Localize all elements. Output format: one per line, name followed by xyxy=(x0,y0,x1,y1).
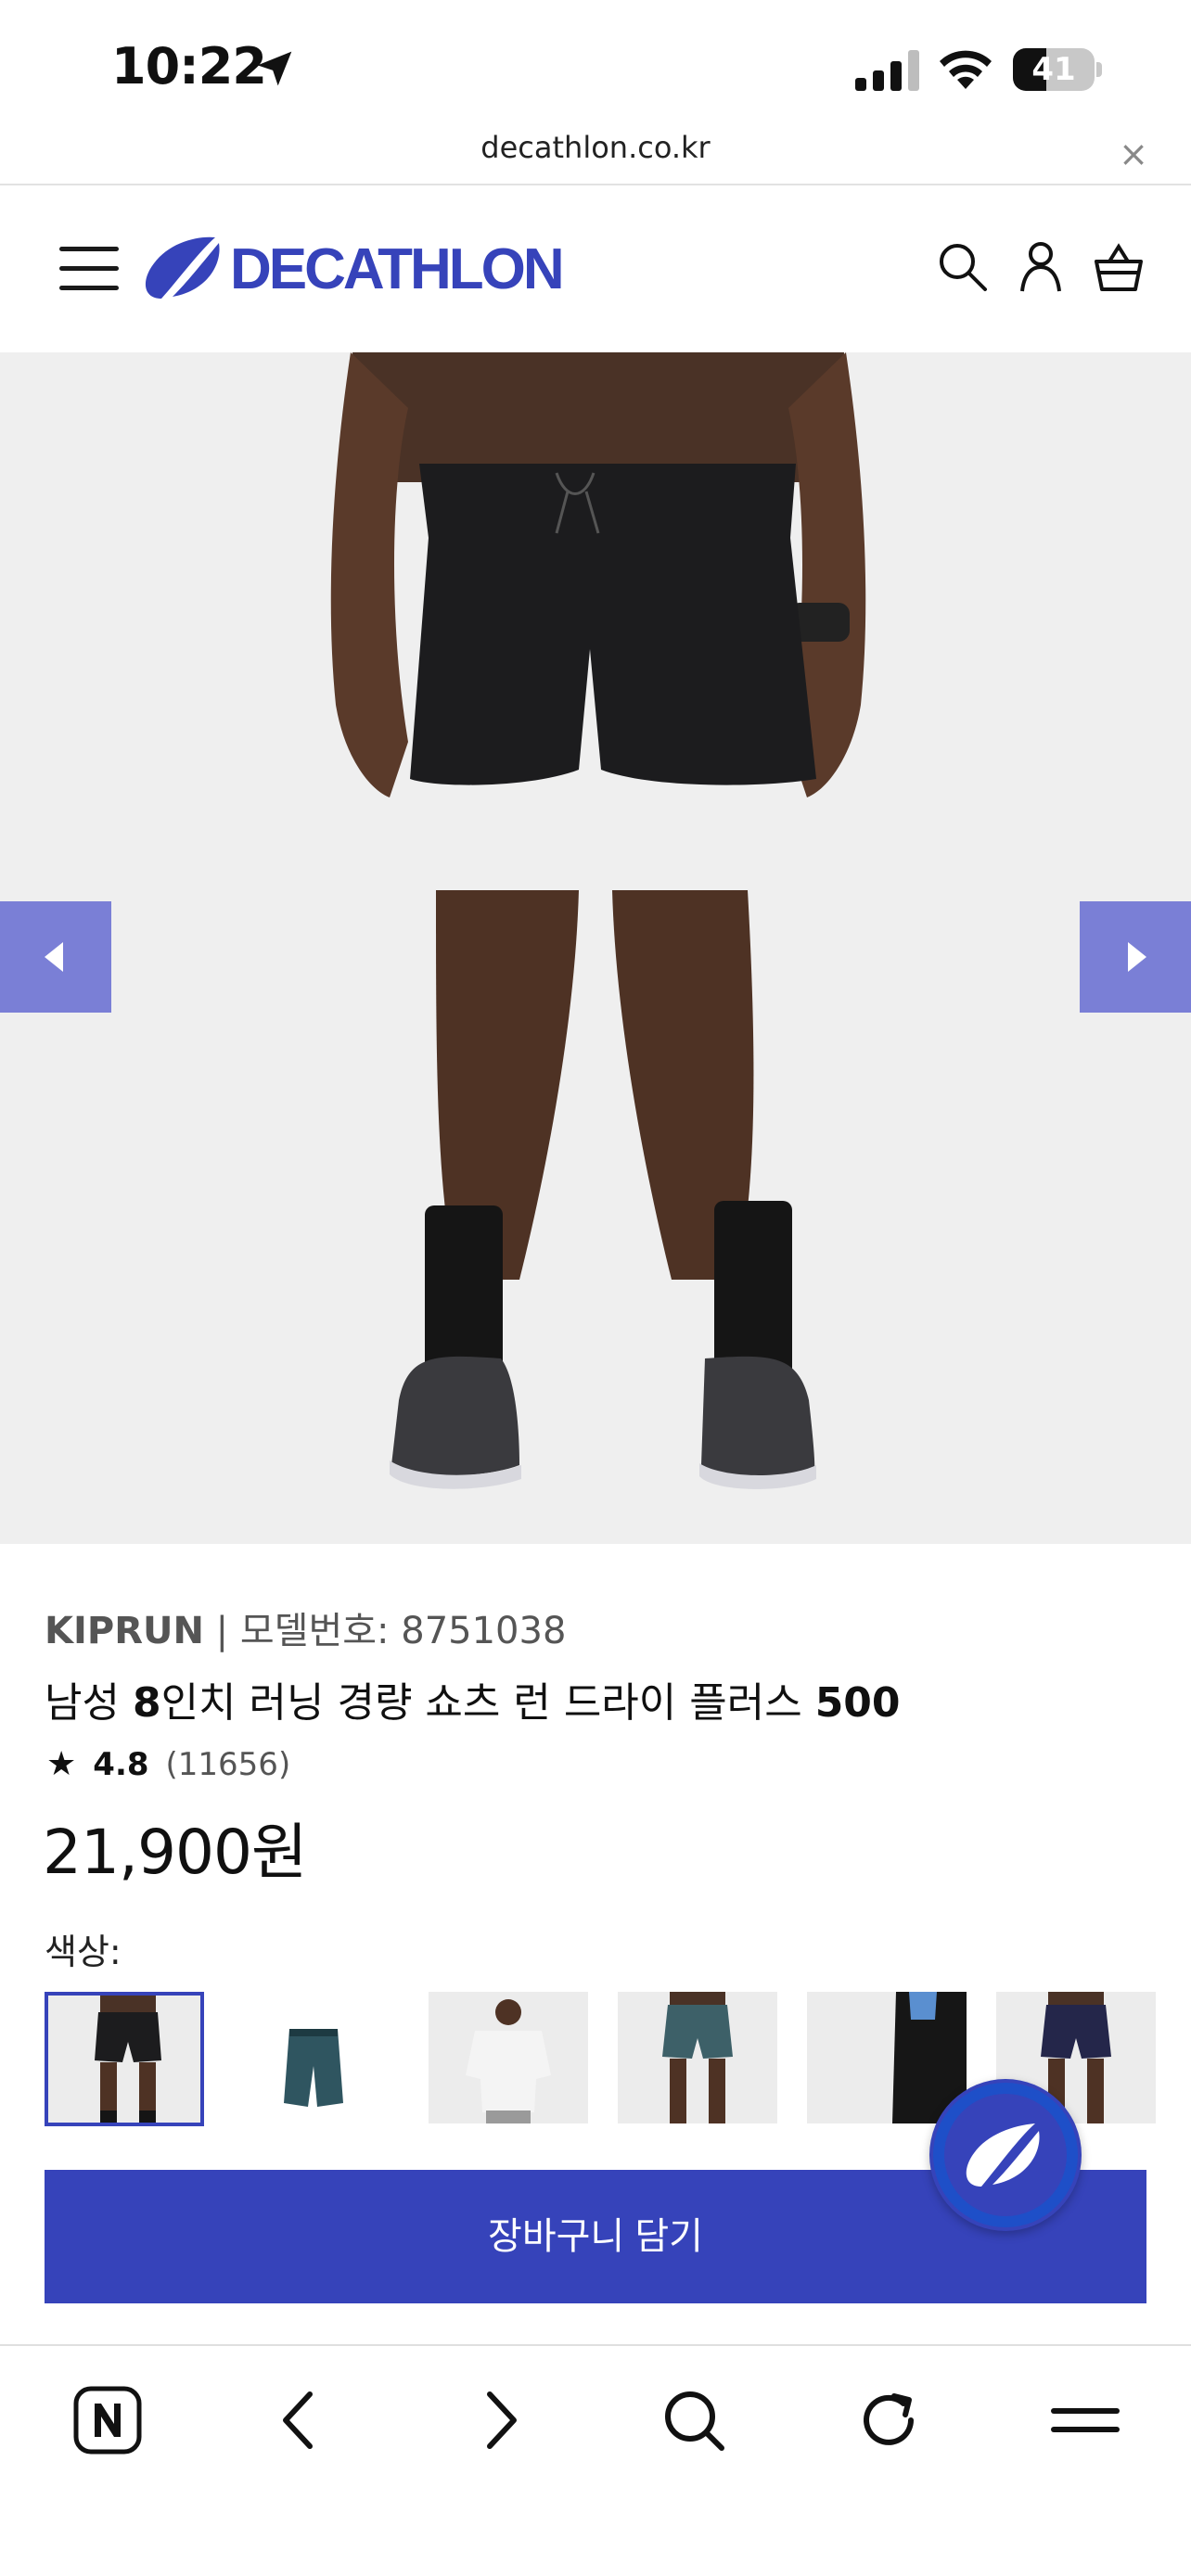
site-header: DECATHLON xyxy=(0,187,1191,352)
reload-icon[interactable] xyxy=(852,2383,926,2457)
brand-model-line: KIPRUN | 모델번호: 8751038 xyxy=(45,1600,566,1654)
browser-toolbar xyxy=(0,2344,1191,2576)
naver-n-icon[interactable] xyxy=(70,2383,145,2457)
product-rating[interactable]: ★ 4.8 (11656) xyxy=(46,1745,290,1783)
account-icon[interactable] xyxy=(1015,241,1067,293)
logo-text: DECATHLON xyxy=(230,236,565,301)
search-icon[interactable] xyxy=(937,241,989,293)
title-part: 8 xyxy=(132,1679,161,1727)
forward-icon[interactable] xyxy=(462,2383,536,2457)
color-label: 색상: xyxy=(45,1932,122,1972)
logo-mark-icon xyxy=(145,236,220,299)
decathlon-logo[interactable]: DECATHLON xyxy=(141,234,565,304)
battery-level: 41 xyxy=(1031,51,1076,88)
product-price: 21,900원 xyxy=(43,1817,308,1888)
review-count[interactable]: (11656) xyxy=(166,1746,291,1783)
color-swatch-white-tee[interactable] xyxy=(429,1992,588,2123)
cart-basket-icon[interactable] xyxy=(1093,241,1145,293)
image-prev-button[interactable] xyxy=(0,901,111,1013)
decathlon-chat-icon xyxy=(933,2083,1078,2227)
product-title: 남성 8인치 러닝 경량 쇼츠 런 드라이 플러스 500 xyxy=(45,1669,901,1728)
status-time: 10:22 xyxy=(111,37,267,96)
color-swatch-teal-flat[interactable] xyxy=(234,1992,393,2123)
rating-score: 4.8 xyxy=(93,1745,149,1783)
product-photo-shorts xyxy=(0,352,1191,1544)
brand-name[interactable]: KIPRUN xyxy=(45,1610,204,1652)
close-icon[interactable]: × xyxy=(1113,134,1154,174)
battery-icon: 41 xyxy=(1013,48,1102,93)
search-icon[interactable] xyxy=(657,2383,731,2457)
chat-assistant-button[interactable] xyxy=(929,2079,1082,2231)
title-part: 남성 xyxy=(45,1679,133,1727)
title-part: 인치 러닝 경량 쇼츠 런 드라이 플러스 xyxy=(160,1679,815,1727)
model-number: 모델번호: 8751038 xyxy=(239,1610,567,1652)
title-part: 500 xyxy=(814,1679,901,1727)
color-swatch-teal-model[interactable] xyxy=(618,1992,777,2123)
location-arrow-icon xyxy=(257,51,292,86)
star-icon: ★ xyxy=(46,1745,77,1783)
separator: | xyxy=(203,1610,240,1652)
status-bar: 10:22 41 xyxy=(0,0,1191,139)
menu-icon[interactable] xyxy=(1046,2383,1124,2457)
chevron-right-icon xyxy=(1128,942,1146,972)
wifi-icon xyxy=(940,50,992,89)
back-icon[interactable] xyxy=(263,2383,338,2457)
chevron-left-icon xyxy=(45,942,63,972)
browser-url-bar[interactable]: decathlon.co.kr × xyxy=(0,121,1191,185)
hamburger-menu-icon[interactable] xyxy=(59,247,119,291)
image-next-button[interactable] xyxy=(1080,901,1191,1013)
url-text[interactable]: decathlon.co.kr xyxy=(0,130,1191,165)
cellular-signal-icon xyxy=(855,50,919,91)
color-swatch-black-model[interactable] xyxy=(45,1992,204,2126)
product-image[interactable] xyxy=(0,352,1191,1544)
